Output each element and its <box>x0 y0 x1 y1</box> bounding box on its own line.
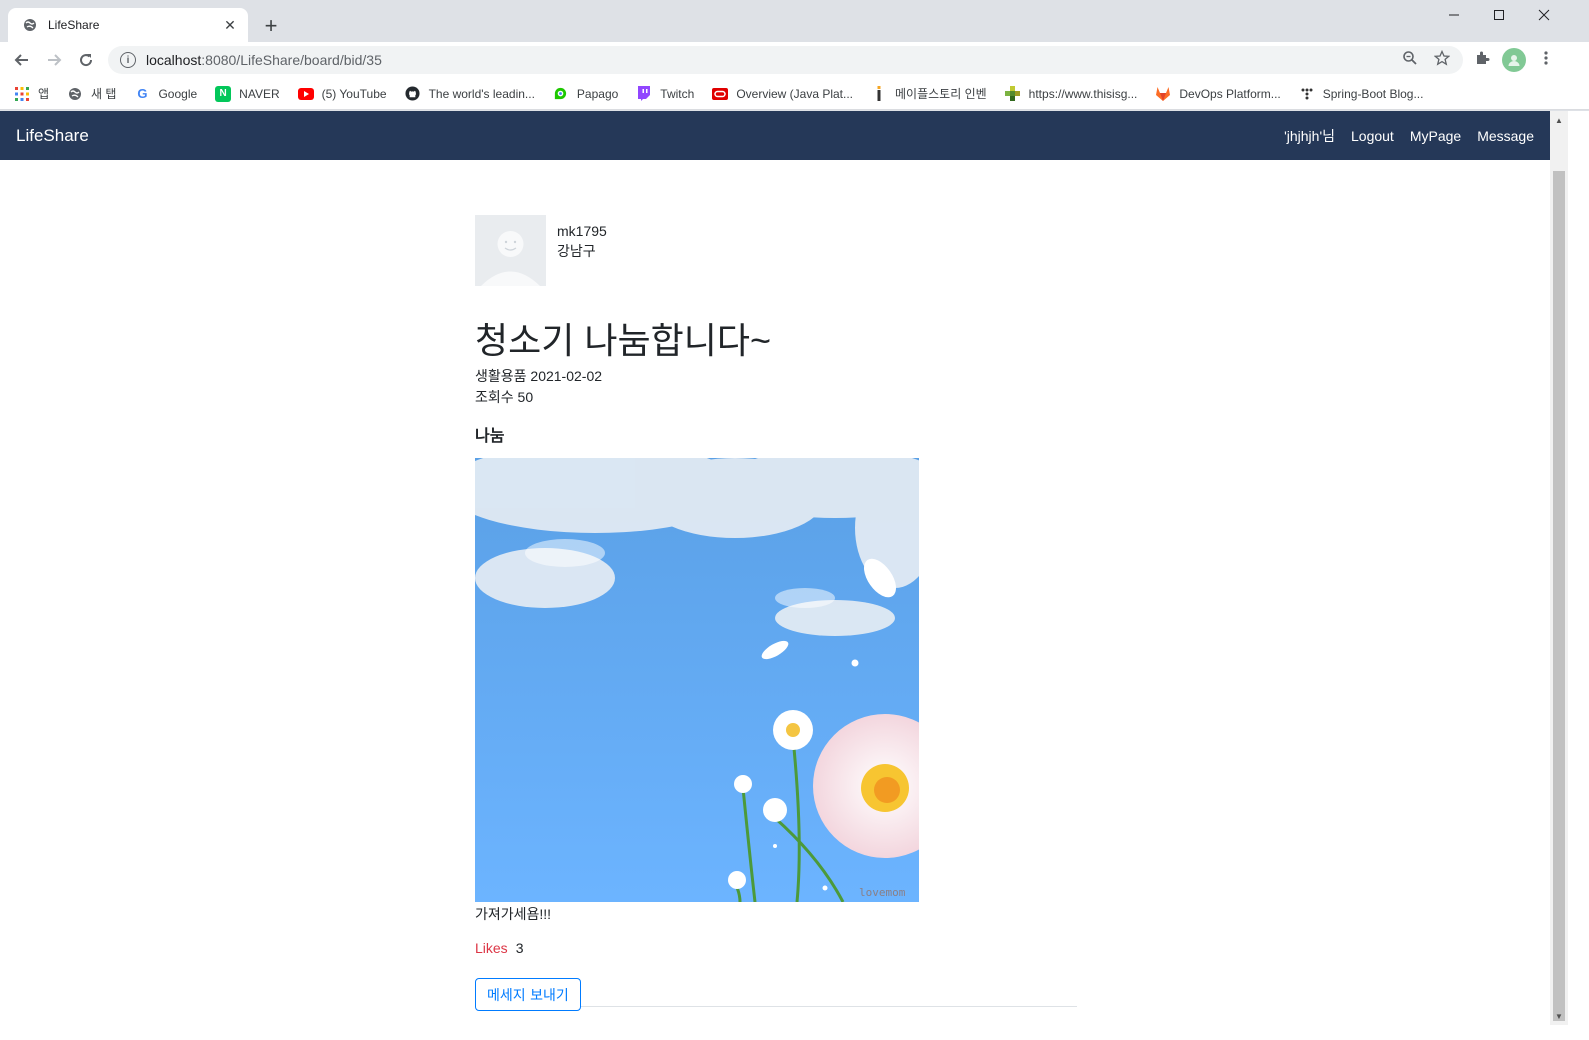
address-bar[interactable]: i localhost:8080/LifeShare/board/bid/35 <box>108 46 1463 74</box>
youtube-icon <box>297 86 314 102</box>
globe-icon <box>22 17 38 33</box>
scrollbar-thumb[interactable] <box>1553 171 1565 1021</box>
nav-links: 'jhjhjh'님 Logout MyPage Message <box>1268 126 1534 146</box>
bookmark-label: 메이플스토리 인벤 <box>895 87 987 101</box>
bookmark-label: 새 탭 <box>91 87 117 101</box>
post-title: 청소기 나눔합니다~ <box>475 320 771 361</box>
reload-icon[interactable] <box>74 48 98 72</box>
post-image: lovemom <box>475 458 919 902</box>
likes-count: 3 <box>515 940 524 956</box>
bookmark-label: Overview (Java Plat... <box>736 86 854 101</box>
browser-tab[interactable]: LifeShare ✕ <box>8 8 248 42</box>
post-body: 가져가세욤!!! <box>475 906 552 922</box>
star-icon[interactable] <box>1430 46 1454 70</box>
page-scrollbar[interactable]: ▲ ▼ <box>1550 111 1568 1025</box>
apps-grid-icon <box>14 86 30 102</box>
post-views: 조회수 50 <box>475 389 534 405</box>
menu-dots-icon[interactable] <box>1534 46 1558 70</box>
brand-link[interactable]: LifeShare <box>16 126 89 146</box>
extensions-icon[interactable] <box>1470 46 1494 70</box>
bookmark-label: DevOps Platform... <box>1179 86 1281 101</box>
author-meta: mk1795 강남구 <box>557 215 607 286</box>
bookmark-oracle[interactable]: Overview (Java Plat... <box>712 86 853 102</box>
bookmark-label: Papago <box>576 86 619 101</box>
new-tab-button[interactable]: + <box>258 13 284 39</box>
bookmark-label: NAVER <box>239 86 280 101</box>
maximize-icon[interactable] <box>1476 0 1522 30</box>
bookmark-github[interactable]: The world's leadin... <box>405 86 535 102</box>
likes-row: Likes 3 <box>475 940 523 956</box>
site-info-icon[interactable]: i <box>120 52 136 68</box>
bookmark-label: Spring-Boot Blog... <box>1322 86 1424 101</box>
bookmark-papago[interactable]: Papago <box>553 86 618 102</box>
twitch-icon <box>636 86 652 102</box>
profile-avatar-icon[interactable] <box>1502 48 1526 72</box>
url-path: :8080/LifeShare/board/bid/35 <box>201 52 382 68</box>
bookmark-thisisgame[interactable]: https://www.thisisg... <box>1005 86 1138 102</box>
url-host: localhost <box>146 52 202 68</box>
naver-icon: N <box>215 85 232 102</box>
tab-title: LifeShare <box>48 18 100 32</box>
bookmark-label: Twitch <box>660 86 695 101</box>
thisisgame-icon <box>1005 86 1021 102</box>
close-icon[interactable]: ✕ <box>222 17 238 33</box>
bookmark-label: https://www.thisisg... <box>1028 86 1138 101</box>
author-id: mk1795 <box>557 223 607 239</box>
bookmark-label: The world's leadin... <box>428 86 535 101</box>
nav-message-link[interactable]: Message <box>1477 128 1534 144</box>
scroll-down-icon[interactable]: ▼ <box>1550 1009 1568 1023</box>
bookmark-youtube[interactable]: (5) YouTube <box>297 86 387 102</box>
google-icon: G <box>137 86 148 101</box>
nav-mypage-link[interactable]: MyPage <box>1410 128 1461 144</box>
bookmark-blog[interactable]: Spring-Boot Blog... <box>1299 86 1424 102</box>
bookmarks-bar: 앱 새 탭 G Google N NAVER (5) YouTube The w… <box>0 78 1589 110</box>
bookmark-google[interactable]: G Google <box>134 86 197 102</box>
forward-icon[interactable] <box>42 48 66 72</box>
gitlab-icon <box>1155 86 1171 102</box>
bookmark-twitch[interactable]: Twitch <box>636 86 694 102</box>
github-icon <box>405 86 421 102</box>
minimize-icon[interactable] <box>1431 0 1477 30</box>
oracle-icon <box>712 86 729 102</box>
site-navbar: LifeShare 'jhjhjh'님 Logout MyPage Messag… <box>0 111 1550 160</box>
bookmark-label: 앱 <box>38 87 50 101</box>
nav-user-name[interactable]: 'jhjhjh'님 <box>1284 126 1335 146</box>
bookmark-label: Google <box>158 86 198 101</box>
inven-icon <box>871 86 887 102</box>
send-message-button[interactable]: 메세지 보내기 <box>475 978 581 1011</box>
browser-toolbar: i localhost:8080/LifeShare/board/bid/35 <box>0 42 1589 78</box>
zoom-icon[interactable] <box>1398 46 1422 70</box>
bookmark-naver[interactable]: N NAVER <box>215 85 280 102</box>
bookmark-inven[interactable]: 메이플스토리 인벤 <box>871 85 987 102</box>
back-icon[interactable] <box>10 48 34 72</box>
bookmark-label: (5) YouTube <box>321 86 387 101</box>
author-location: 강남구 <box>557 243 596 259</box>
author-card: mk1795 강남구 <box>475 215 607 286</box>
blog-icon <box>1299 86 1315 102</box>
avatar <box>475 215 546 286</box>
likes-label[interactable]: Likes <box>475 940 508 956</box>
bookmark-gitlab[interactable]: DevOps Platform... <box>1155 86 1281 102</box>
window-close-icon[interactable] <box>1521 0 1567 30</box>
globe-icon <box>67 86 83 102</box>
tab-strip: LifeShare ✕ + <box>0 0 1589 42</box>
nav-logout-link[interactable]: Logout <box>1351 128 1394 144</box>
papago-icon <box>553 86 569 102</box>
post-category-date: 생활용품 2021-02-02 <box>475 368 603 384</box>
post-deal-type: 나눔 <box>475 428 505 445</box>
scroll-up-icon[interactable]: ▲ <box>1550 113 1568 127</box>
image-watermark: lovemom <box>859 886 906 899</box>
bookmark-new-tab[interactable]: 새 탭 <box>67 85 116 102</box>
bookmark-apps[interactable]: 앱 <box>14 85 49 102</box>
browser-chrome: LifeShare ✕ + i localhost:8080/LifeShare… <box>0 0 1589 111</box>
